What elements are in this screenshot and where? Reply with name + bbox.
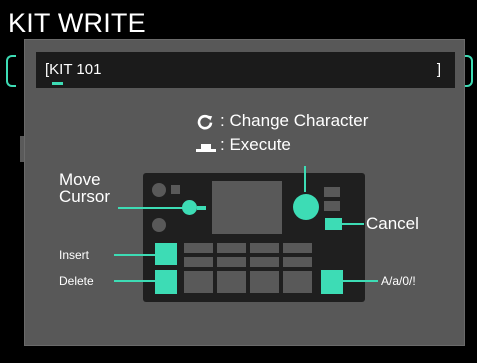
device-pad-bottom-1: [184, 271, 213, 293]
device-pad-bottom-2: [217, 271, 246, 293]
label-delete: Delete: [59, 274, 94, 288]
value-dial-highlight: [293, 194, 319, 220]
device-pad-bottom-3: [250, 271, 279, 293]
device-pad-top-1: [184, 243, 213, 253]
device-pad-top-2: [217, 243, 246, 253]
background-bracket-right: [463, 55, 473, 87]
device-pad-mid-1: [184, 257, 213, 267]
execute-press-icon: [196, 144, 216, 152]
device-pad-top-3: [250, 243, 279, 253]
label-insert: Insert: [59, 248, 90, 262]
case-pad-highlight: [321, 270, 343, 294]
legend-change-character: : Change Character: [220, 111, 369, 130]
device-pad-mid-2: [217, 257, 246, 267]
device-pad-bottom-4: [283, 271, 312, 293]
kit-write-dialog: [KIT 101 ] : Change Character : Execute: [25, 40, 464, 345]
insert-pad-highlight: [155, 243, 177, 265]
cursor-knob-pointer: [197, 206, 206, 210]
insert-leader-line: [114, 254, 155, 256]
legend-execute: : Execute: [220, 135, 291, 154]
kit-name-field[interactable]: [KIT 101 ]: [36, 52, 455, 88]
device-pad-mid-4: [283, 257, 312, 267]
device-pad-mid-3: [250, 257, 279, 267]
text-cursor: [52, 82, 63, 85]
label-case-toggle: A/a/0/!: [381, 274, 416, 288]
kit-name-value: [KIT 101: [45, 61, 102, 78]
device-display: [212, 181, 282, 234]
device-knob-upper: [152, 183, 166, 197]
device-small-button-upper: [171, 185, 180, 194]
background-bracket-left: [6, 55, 16, 87]
device-diagram: [143, 173, 365, 302]
cancel-leader-line: [340, 223, 364, 225]
case-leader-line: [343, 280, 378, 282]
delete-leader-line: [114, 280, 155, 282]
kit-name-close-bracket: ]: [436, 61, 441, 78]
device-right-button-1: [324, 187, 340, 197]
delete-pad-highlight: [155, 270, 177, 294]
device-knob-lower: [152, 218, 166, 232]
move-cursor-leader-line: [118, 207, 190, 209]
device-pad-top-4: [283, 243, 312, 253]
screen-title: KIT WRITE: [8, 8, 146, 38]
device-right-button-2: [324, 201, 340, 211]
rotate-knob-icon: [197, 114, 213, 130]
label-cancel: Cancel: [366, 214, 419, 233]
label-cursor: Cursor: [59, 187, 111, 206]
execute-leader-line: [304, 166, 306, 192]
